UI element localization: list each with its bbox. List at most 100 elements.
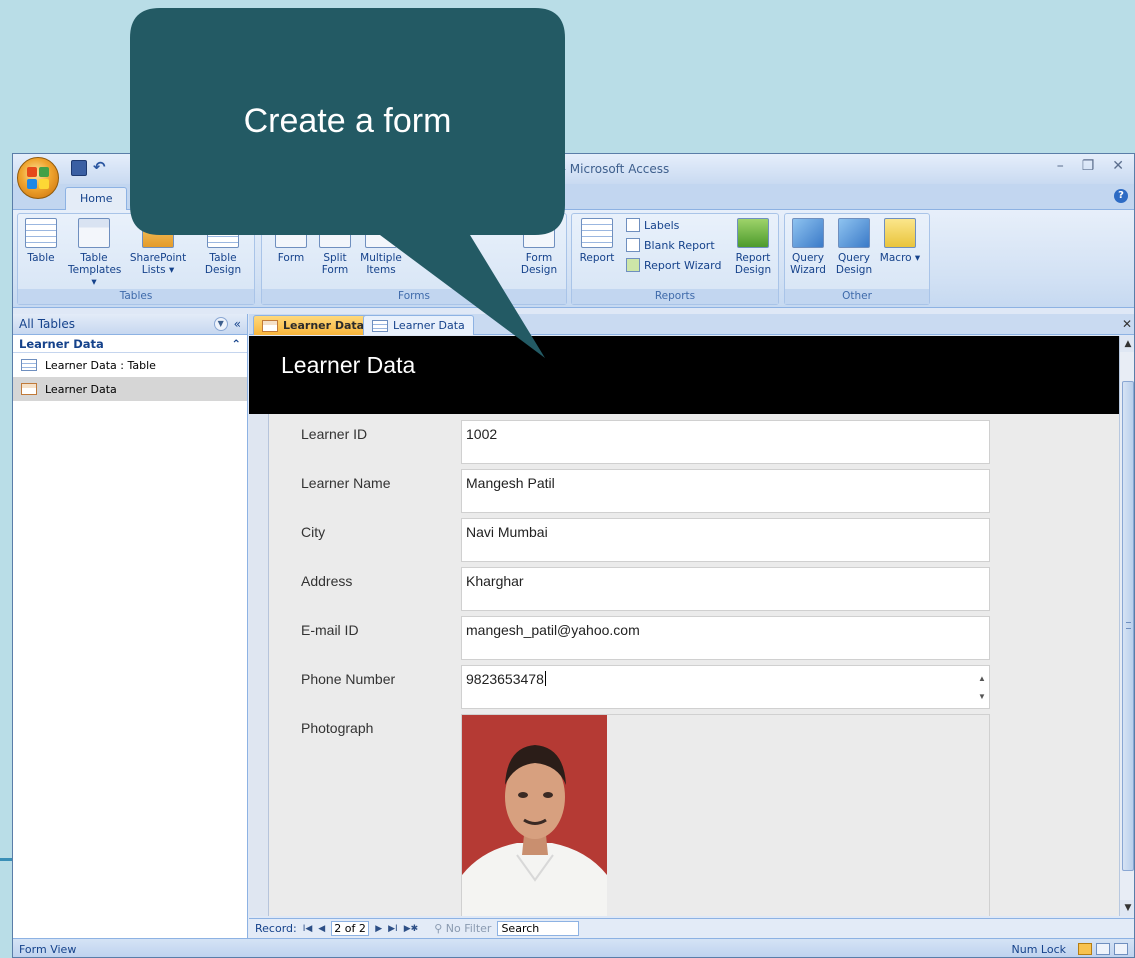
blank-report-button[interactable]: Blank Report [626,238,715,252]
search-input[interactable]: Search [497,921,580,936]
text-caret [544,671,546,686]
table-design-button[interactable]: Table Design [198,218,248,276]
multiple-items-button[interactable]: Multiple Items [360,218,402,276]
form-title: Learner Data [281,352,416,378]
nav-header-label: All Tables [19,317,75,331]
ribbon-group-tables: Table Table Templates ▾ SharePoint Lists… [17,213,255,305]
no-filter-button[interactable]: ⚲ No Filter [434,922,491,935]
office-button[interactable] [17,157,59,199]
form-header: Learner Data [249,336,1119,414]
nav-group-header[interactable]: Learner Data ⌃ [13,335,247,353]
split-form-icon [319,218,351,248]
label-address: Address [301,573,353,589]
report-button[interactable]: Report [576,218,618,264]
nav-group-label: Learner Data [19,336,104,351]
office-logo-icon [27,167,49,189]
multiple-items-icon [365,218,397,248]
label-email-id: E-mail ID [301,622,359,638]
design-view-icon[interactable] [1114,943,1128,955]
label-learner-id: Learner ID [301,426,368,442]
table-icon [25,218,57,248]
doc-tab-table[interactable]: Learner Data [363,315,474,335]
field-email-id[interactable]: mangesh_patil@yahoo.com [461,616,990,660]
label-learner-name: Learner Name [301,475,391,491]
blank-report-icon [626,238,640,252]
nav-item-label: Learner Data : Table [45,358,156,372]
first-record-icon[interactable]: I◀ [303,924,313,934]
query-wizard-button[interactable]: Query Wizard [787,218,829,276]
field-learner-name[interactable]: Mangesh Patil [461,469,990,513]
status-bar: Form View Num Lock [13,938,1134,957]
report-wizard-button[interactable]: Report Wizard [626,258,721,272]
report-design-icon [737,218,769,248]
tab-home[interactable]: Home [65,187,128,210]
collapse-pane-icon[interactable]: « [234,317,241,331]
labels-button[interactable]: Labels [626,218,679,232]
field-address[interactable]: Kharghar [461,567,990,611]
table-icon [21,359,37,371]
collapse-group-icon[interactable]: ⌃ [231,337,241,351]
table-templates-button[interactable]: Table Templates ▾ [68,218,121,288]
access-window: ↶ Access 2007) - Microsoft Access – ❐ ✕ … [12,153,1135,958]
form-vertical-scrollbar[interactable]: ▲ ▼ [1119,336,1134,916]
label-phone-number: Phone Number [301,671,396,687]
field-city[interactable]: Navi Mumbai [461,518,990,562]
sharepoint-lists-button[interactable]: SharePoint Lists ▾ [128,218,188,276]
scroll-thumb[interactable] [1122,381,1134,871]
help-icon[interactable]: ? [1114,189,1128,203]
form-button[interactable]: Form [270,218,312,264]
last-record-icon[interactable]: ▶I [388,924,398,934]
restore-icon[interactable]: ❐ [1082,158,1095,174]
label-photograph: Photograph [301,720,374,736]
minimize-icon[interactable]: – [1057,158,1064,174]
callout-text: Create a form [243,102,452,140]
previous-record-icon[interactable]: ◀ [318,924,325,934]
record-label: Record: [255,922,297,935]
new-record-icon[interactable]: ▶✱ [404,924,418,934]
record-selector[interactable] [249,414,269,916]
nav-header[interactable]: All Tables ▼ « [13,314,247,335]
layout-view-icon[interactable] [1096,943,1110,955]
group-label-forms: Forms [262,289,566,304]
query-design-button[interactable]: Query Design [833,218,875,276]
current-record-input[interactable]: 2 of 2 [331,921,370,936]
form-view-icon[interactable] [1078,943,1092,955]
num-lock-indicator: Num Lock [1011,942,1067,956]
macro-button[interactable]: Macro ▾ [879,218,921,264]
field-learner-id[interactable]: 1002 [461,420,990,464]
next-record-icon[interactable]: ▶ [375,924,382,934]
close-icon[interactable]: ✕ [1112,158,1124,174]
table-design-icon [207,218,239,248]
form-icon [262,319,278,332]
report-design-button[interactable]: Report Design [732,218,774,276]
window-controls: – ❐ ✕ [1057,158,1124,174]
scroll-down-icon[interactable]: ▼ [1120,900,1134,916]
filter-icon: ⚲ [434,922,446,935]
report-wizard-icon [626,258,640,272]
status-view-label: Form View [19,942,77,956]
ribbon-group-forms: Form Split Form Multiple Items Form Desi… [261,213,567,305]
table-button[interactable]: Table [20,218,62,264]
chevron-down-icon[interactable]: ▼ [213,317,228,331]
table-icon [372,319,388,332]
nav-item-learner-data-table[interactable]: Learner Data : Table [13,353,247,377]
nav-item-learner-data-form[interactable]: Learner Data [13,377,247,401]
split-form-button[interactable]: Split Form [314,218,356,276]
record-navigation-bar: Record: I◀ ◀ 2 of 2 ▶ ▶I ▶✱ ⚲ No Filter … [249,918,1134,938]
query-design-icon [838,218,870,248]
field-phone-number[interactable]: 9823653478 ▲ ▼ [461,665,990,709]
field-scroll-arrows[interactable]: ▲ ▼ [977,670,987,706]
ribbon-group-other: Query Wizard Query Design Macro ▾ Other [784,213,930,305]
close-document-icon[interactable]: ✕ [1122,317,1132,331]
form-design-icon [523,218,555,248]
group-label-reports: Reports [572,289,778,304]
form-view: Learner Data Learner ID 1002 Learner Nam… [249,336,1119,916]
doc-tab-form[interactable]: Learner Data [253,315,374,335]
labels-icon [626,218,640,232]
document-tabs: Learner Data Learner Data ✕ [249,314,1134,335]
form-design-button[interactable]: Form Design [518,218,560,276]
title-bar: ↶ Access 2007) - Microsoft Access – ❐ ✕ [13,154,1134,184]
report-icon [581,218,613,248]
scroll-up-icon[interactable]: ▲ [1120,336,1134,352]
form-icon [21,383,37,395]
